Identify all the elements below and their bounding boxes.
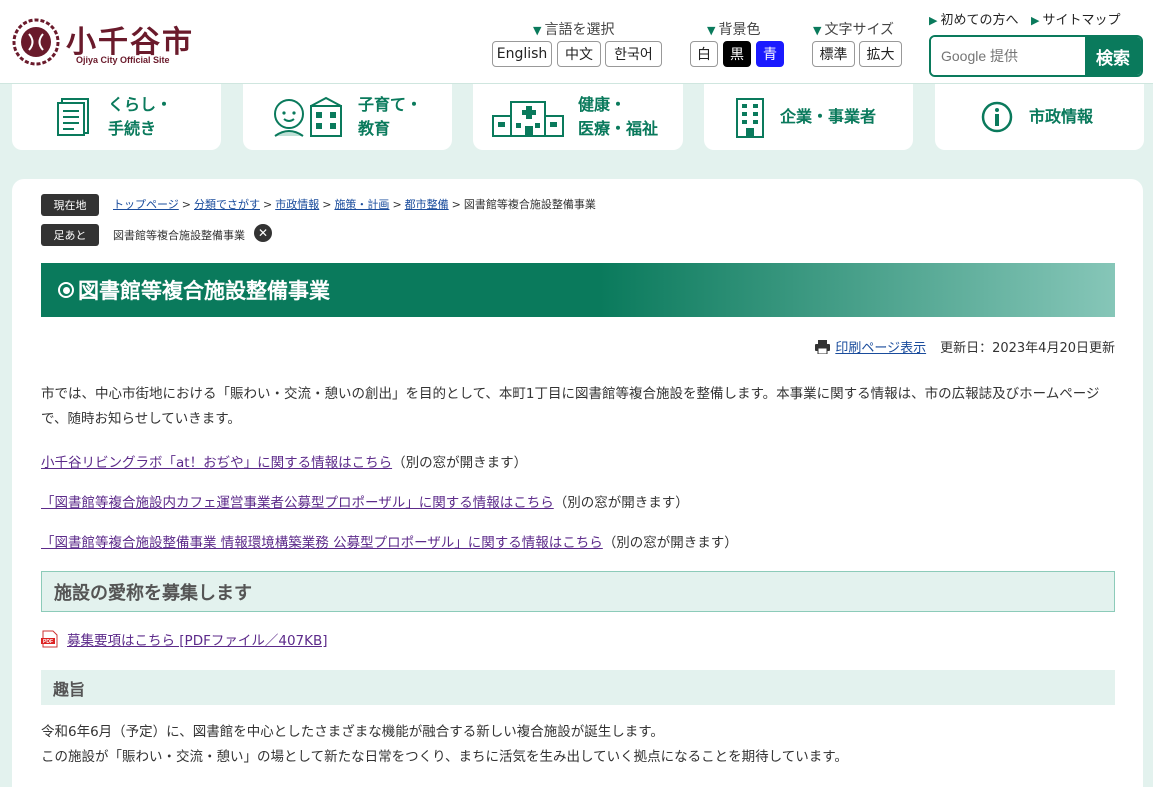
site-header: 小千谷市 Ojiya City Official Site ▼ 言語を選択 Eng… <box>0 0 1153 84</box>
hospital-icon <box>492 101 564 137</box>
breadcrumb-current: 図書館等複合施設整備事業 <box>463 198 596 211</box>
language-label: ▼ 言語を選択 <box>533 22 615 38</box>
site-logo[interactable]: 小千谷市 Ojiya City Official Site <box>12 15 197 70</box>
footprint-item: 図書館等複合施設整備事業 <box>113 229 245 242</box>
breadcrumb-link[interactable]: 市政情報 <box>275 198 319 211</box>
cafe-proposal-link[interactable]: 「図書館等複合施設内カフェ運営事業者公募型プロポーザル」に関する情報はこちら <box>41 495 554 511</box>
current-location-tag: 現在地 <box>41 194 99 216</box>
triangle-down-icon: ▼ <box>533 24 542 37</box>
main-content: 現在地 トップページ > 分類でさがす > 市政情報 > 施策・計画 > 都市整備 > 図書館等複合… <box>12 179 1143 787</box>
print-page-link[interactable]: 印刷ページ表示 <box>835 337 926 356</box>
fontsize-label: ▼ 文字サイズ <box>813 22 895 38</box>
new-window-note: （別の窓が開きます） <box>602 535 738 551</box>
nav-childcare-education[interactable]: 子育て・ 教育 <box>243 84 452 150</box>
triangle-down-icon: ▼ <box>813 24 822 37</box>
triangle-right-icon: ▶ <box>1031 14 1040 27</box>
purpose-line-1: 令和6年6月（予定）に、図書館を中心としたさまざまな機能が融合する新しい複合施設… <box>41 724 664 740</box>
nav-label: 子育て・ 教育 <box>358 95 423 138</box>
font-standard-button[interactable]: 標準 <box>812 41 855 67</box>
breadcrumb-link[interactable]: 都市整備 <box>405 198 449 211</box>
close-icon[interactable]: ✕ <box>254 224 272 242</box>
link-item: 「図書館等複合施設内カフェ運営事業者公募型プロポーザル」に関する情報はこちら（別… <box>41 491 689 511</box>
link-item: 小千谷リビングラボ「at！おぢや」に関する情報はこちら（別の窓が開きます） <box>41 451 527 471</box>
page-title-bar: 図書館等複合施設整備事業 <box>41 263 1115 317</box>
triangle-right-icon: ▶ <box>929 14 938 27</box>
section-heading-purpose: 趣旨 <box>41 670 1115 705</box>
breadcrumb-link[interactable]: トップページ <box>113 198 179 211</box>
search-button[interactable]: 検索 <box>1085 37 1141 75</box>
updated-date: 更新日：2023年4月20日更新 <box>940 341 1115 356</box>
pdf-icon: PDF <box>41 630 58 648</box>
nav-health-welfare[interactable]: 健康・ 医療・福祉 <box>473 84 683 150</box>
printer-icon <box>815 339 831 354</box>
nav-city-info[interactable]: 市政情報 <box>935 84 1144 150</box>
pdf-item: PDF 募集要項はこちら [PDFファイル／407KB] <box>41 629 328 649</box>
section-heading-nickname: 施設の愛称を募集します <box>41 571 1115 612</box>
living-lab-link[interactable]: 小千谷リビングラボ「at！おぢや」に関する情報はこちら <box>41 455 392 471</box>
page-meta: 印刷ページ表示 更新日：2023年4月20日更新 <box>815 337 1115 356</box>
office-building-icon <box>736 98 764 138</box>
new-window-note: （別の窓が開きます） <box>392 455 528 471</box>
bullet-circle-icon <box>58 282 74 298</box>
intro-text: 市では、中心市街地における「賑わい・交流・憩いの創出」を目的として、本町1丁目に… <box>41 386 1100 427</box>
bg-black-button[interactable]: 黒 <box>723 41 751 67</box>
child-school-icon <box>274 96 342 137</box>
bg-white-button[interactable]: 白 <box>690 41 718 67</box>
bgcolor-label: ▼ 背景色 <box>707 22 761 38</box>
nav-label: 健康・ 医療・福祉 <box>578 95 659 138</box>
breadcrumb-link[interactable]: 分類でさがす <box>194 198 260 211</box>
info-icon <box>981 101 1013 133</box>
lang-chinese-button[interactable]: 中文 <box>557 41 601 67</box>
nav-label: くらし・ 手続き <box>108 95 173 138</box>
pdf-guidelines-link[interactable]: 募集要項はこちら [PDFファイル／407KB] <box>67 629 328 649</box>
breadcrumb-link[interactable]: 施策・計画 <box>334 198 389 211</box>
lang-english-button[interactable]: English <box>492 41 552 67</box>
new-window-note: （別の窓が開きます） <box>553 495 689 511</box>
sitemap-link[interactable]: ▶ サイトマップ <box>1031 9 1120 28</box>
search-input[interactable] <box>931 37 1086 75</box>
lang-korean-button[interactable]: 한국어 <box>605 41 662 67</box>
category-nav: くらし・ 手続き 子育て・ 教育 健康・ 医療・福祉 企業・事業者 市政情報 <box>0 84 1153 154</box>
first-time-link[interactable]: ▶ 初めての方へ <box>929 9 1018 28</box>
page-title: 図書館等複合施設整備事業 <box>78 279 330 303</box>
link-item: 「図書館等複合施設整備事業 情報環境構築業務 公募型プロポーザル」に関する情報は… <box>41 531 738 551</box>
nav-label: 市政情報 <box>1029 107 1094 126</box>
footprint-tag: 足あと <box>41 224 99 246</box>
nav-label: 企業・事業者 <box>780 107 877 126</box>
logo-subtitle: Ojiya City Official Site <box>76 55 170 65</box>
bg-blue-button[interactable]: 青 <box>756 41 784 67</box>
nav-business[interactable]: 企業・事業者 <box>704 84 913 150</box>
font-large-button[interactable]: 拡大 <box>859 41 902 67</box>
triangle-down-icon: ▼ <box>707 24 716 37</box>
purpose-line-2: この施設が「賑わい・交流・憩い」の場として新たな日常をつくり、まちに活気を生み出… <box>41 749 848 765</box>
site-search: 検索 <box>929 35 1143 77</box>
nav-living-procedures[interactable]: くらし・ 手続き <box>12 84 221 150</box>
document-icon <box>57 98 89 136</box>
city-emblem-icon <box>12 18 60 66</box>
breadcrumb: トップページ > 分類でさがす > 市政情報 > 施策・計画 > 都市整備 > 図書館等複合施設整備… <box>113 198 596 211</box>
svg-text:PDF: PDF <box>43 639 53 645</box>
it-proposal-link[interactable]: 「図書館等複合施設整備事業 情報環境構築業務 公募型プロポーザル」に関する情報は… <box>41 535 603 551</box>
